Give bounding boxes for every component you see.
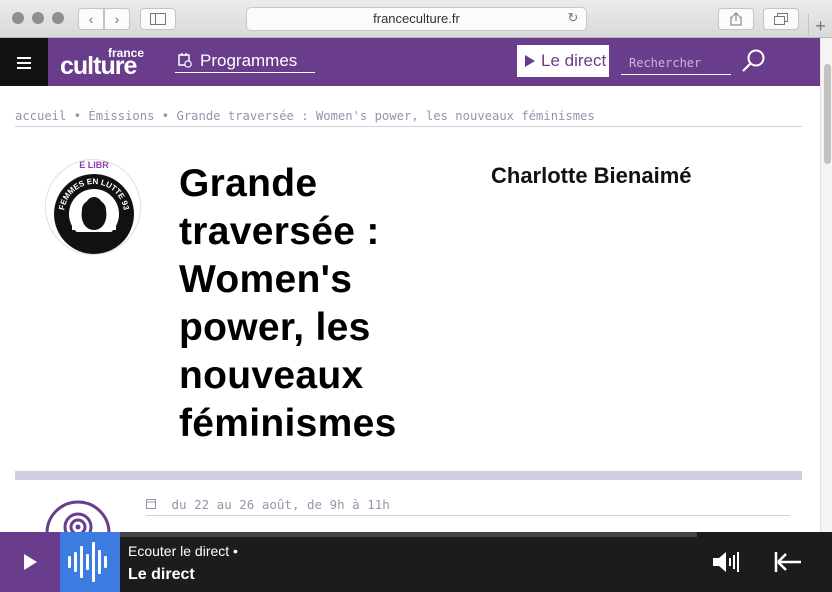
breadcrumb-separator: • (73, 109, 82, 123)
tabs-overview-button[interactable] (763, 8, 799, 30)
share-icon (730, 12, 742, 26)
programmes-link[interactable]: Programmes (175, 50, 315, 73)
waveform-icon (60, 532, 120, 592)
close-window-button[interactable] (12, 12, 24, 24)
breadcrumb-separator: • (161, 109, 170, 123)
producer-name[interactable]: Charlotte Bienaimé (491, 163, 692, 189)
page-title: Grande traversée : Women's power, les no… (179, 162, 397, 445)
page-scrollbar[interactable] (820, 38, 832, 532)
breadcrumb-current-link[interactable]: Grande traversée : Women's power, les no… (176, 109, 594, 123)
menu-button[interactable] (0, 38, 48, 86)
player-progress-bar[interactable] (120, 532, 697, 537)
back-button[interactable]: ‹ (78, 8, 104, 30)
show-artwork: E LIBR FEMMES EN LUTTE 93 (46, 160, 140, 254)
sidebar-icon (150, 13, 166, 25)
scrollbar-thumb[interactable] (824, 64, 831, 164)
url-text: franceculture.fr (373, 11, 460, 26)
player-play-button[interactable] (0, 532, 60, 592)
breadcrumb: accueil • Émissions • Grande traversée :… (15, 109, 802, 127)
minimize-window-button[interactable] (32, 12, 44, 24)
artwork-top-text: E LIBR (79, 160, 109, 170)
browser-toolbar: ‹ › franceculture.fr ↻ + (0, 0, 832, 38)
le-direct-button[interactable]: Le direct (517, 45, 609, 77)
chevron-left-icon: ‹ (88, 11, 94, 27)
site-header: france culture Programmes Le direct (0, 38, 820, 86)
share-button[interactable] (718, 8, 754, 30)
breadcrumb-home-link[interactable]: accueil (15, 109, 66, 123)
plus-icon: + (815, 16, 826, 36)
calendar-icon (146, 497, 164, 512)
play-icon (525, 55, 535, 67)
section-divider (15, 471, 802, 480)
logo-culture-text: culture (60, 52, 137, 80)
chevron-right-icon: › (114, 11, 120, 27)
search-icon[interactable] (741, 48, 767, 74)
audio-player: Ecouter le direct • Le direct (0, 532, 832, 592)
calendar-clock-icon (178, 53, 192, 68)
address-bar[interactable]: franceculture.fr ↻ (246, 7, 587, 31)
schedule-text: du 22 au 26 août, de 9h à 11h (171, 497, 390, 512)
reload-icon[interactable]: ↻ (566, 11, 580, 25)
skip-back-icon[interactable] (773, 549, 803, 575)
volume-icon[interactable] (710, 548, 742, 576)
breadcrumb-emissions-link[interactable]: Émissions (88, 109, 154, 123)
programmes-label: Programmes (200, 51, 298, 70)
show-image: E LIBR FEMMES EN LUTTE 93 (45, 159, 141, 255)
le-direct-label: Le direct (541, 51, 607, 70)
forward-button[interactable]: › (104, 8, 130, 30)
player-subtitle: Ecouter le direct • (128, 543, 238, 559)
tabs-icon (774, 13, 788, 25)
sidebar-button[interactable] (140, 8, 176, 30)
play-icon (24, 554, 37, 570)
new-tab-button[interactable]: + (808, 14, 832, 38)
zoom-window-button[interactable] (52, 12, 64, 24)
broadcast-schedule: du 22 au 26 août, de 9h à 11h (146, 497, 790, 516)
search-input[interactable] (621, 51, 731, 75)
player-title: Le direct (128, 566, 195, 583)
